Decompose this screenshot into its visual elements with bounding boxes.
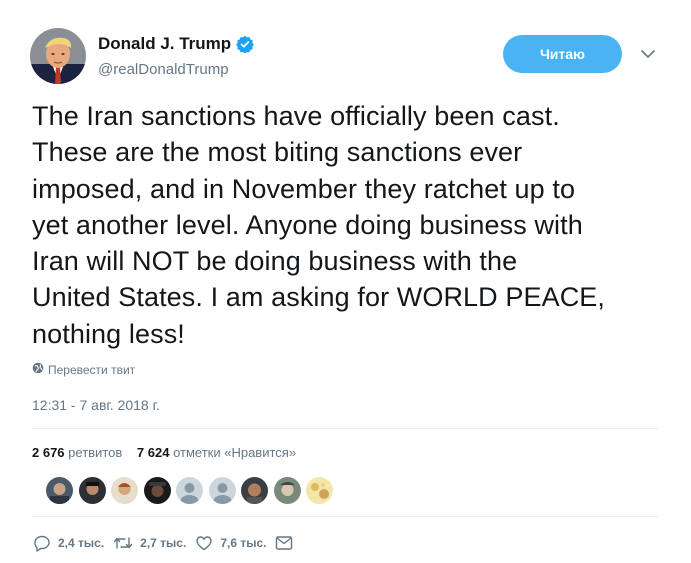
like-count: 7,6 тыс. [220, 536, 267, 550]
liker-avatar[interactable] [111, 477, 138, 504]
likes-label[interactable]: отметки «Нравится» [173, 445, 296, 460]
liker-avatar[interactable] [273, 477, 301, 504]
tweet-line: These are the most biting sanctions ever [32, 137, 523, 168]
liker-avatar[interactable] [208, 477, 236, 504]
timestamp[interactable]: 12:31 - 7 авг. 2018 г. [32, 397, 160, 413]
chevron-down-icon[interactable] [640, 47, 656, 59]
liker-avatar[interactable] [143, 477, 171, 504]
verified-badge-icon [236, 35, 255, 54]
tweet-text: The Iran sanctions have officially been … [32, 98, 672, 352]
tweet-line: nothing less! [32, 318, 185, 349]
retweet-count: 2,7 тыс. [140, 536, 187, 550]
reply-count: 2,4 тыс. [58, 536, 105, 550]
tweet-line: imposed, and in November they ratchet up… [32, 173, 576, 204]
retweets-count[interactable]: 2 676 [32, 445, 65, 460]
liker-avatar[interactable] [241, 477, 268, 504]
reply-icon [33, 534, 51, 552]
direct-message-button[interactable] [275, 535, 293, 551]
liker-avatar[interactable] [306, 477, 333, 504]
retweet-button[interactable]: 2,7 тыс. [113, 534, 186, 552]
display-name[interactable]: Donald J. Trump [98, 34, 231, 54]
tweet-stats: 2 676 ретвитов 7 624 отметки «Нравится» [32, 445, 296, 460]
like-button[interactable]: 7,6 тыс. [195, 534, 266, 552]
retweet-icon [113, 534, 133, 552]
tweet-line: Iran will NOT be doing business with the [32, 246, 518, 277]
avatar[interactable] [30, 28, 86, 84]
tweet-actions: 2,4 тыс. 2,7 тыс. 7,6 тыс. [33, 534, 302, 552]
envelope-icon [275, 535, 293, 551]
following-button[interactable]: Читаю [503, 35, 622, 73]
tweet-line: United States. I am asking for WORLD PEA… [32, 282, 606, 313]
likers-avatars [46, 477, 339, 504]
liker-avatar[interactable] [78, 477, 106, 504]
liker-avatar[interactable] [46, 477, 73, 504]
translate-label[interactable]: Перевести твит [48, 363, 135, 377]
heart-icon [195, 534, 213, 552]
reply-button[interactable]: 2,4 тыс. [33, 534, 104, 552]
divider [32, 428, 659, 429]
liker-avatar[interactable] [176, 477, 203, 504]
likes-count[interactable]: 7 624 [137, 445, 170, 460]
handle[interactable]: @realDonaldTrump [98, 61, 229, 78]
translate-tweet-link[interactable]: Перевести твит [32, 361, 135, 379]
globe-icon [32, 361, 44, 379]
tweet-line: The Iran sanctions have officially been … [32, 101, 560, 131]
tweet-line: yet another level. Anyone doing business… [32, 209, 583, 240]
retweets-label[interactable]: ретвитов [68, 445, 122, 460]
divider [32, 516, 659, 517]
